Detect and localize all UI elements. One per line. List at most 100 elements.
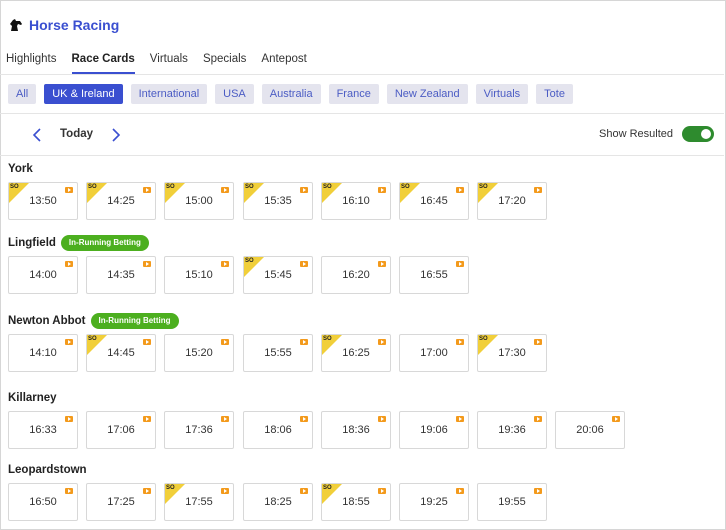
race-card[interactable]: 19:55 bbox=[477, 483, 547, 521]
race-time: 18:36 bbox=[342, 424, 370, 436]
race-card[interactable]: 19:06 bbox=[399, 411, 469, 449]
race-card[interactable]: 14:10 bbox=[8, 334, 78, 372]
race-time: 16:33 bbox=[29, 424, 57, 436]
race-card[interactable]: 17:06 bbox=[86, 411, 156, 449]
race-card[interactable]: 17:00 bbox=[399, 334, 469, 372]
race-card[interactable]: SO 16:25 bbox=[321, 334, 391, 372]
race-time: 19:06 bbox=[420, 424, 448, 436]
stream-play-icon bbox=[300, 187, 308, 193]
region-chip-tote[interactable]: Tote bbox=[536, 84, 573, 104]
tab-race-cards[interactable]: Race Cards bbox=[71, 44, 136, 74]
meeting-name-york[interactable]: York bbox=[8, 161, 33, 177]
stream-play-icon bbox=[65, 339, 73, 345]
race-card[interactable]: SO 16:10 bbox=[321, 182, 391, 220]
meeting-name-killarney[interactable]: Killarney bbox=[8, 390, 57, 406]
race-card[interactable]: 18:06 bbox=[243, 411, 313, 449]
race-card[interactable]: 18:25 bbox=[243, 483, 313, 521]
region-chip-international[interactable]: International bbox=[130, 84, 208, 104]
race-card[interactable]: 15:10 bbox=[164, 256, 234, 294]
stream-play-icon bbox=[221, 187, 229, 193]
region-chip-new-zealand[interactable]: New Zealand bbox=[386, 84, 468, 104]
race-card[interactable]: SO 15:00 bbox=[164, 182, 234, 220]
race-card[interactable]: 15:20 bbox=[164, 334, 234, 372]
stream-play-icon bbox=[612, 416, 620, 422]
race-card[interactable]: 16:20 bbox=[321, 256, 391, 294]
region-chip-virtuals[interactable]: Virtuals bbox=[475, 84, 529, 104]
race-time: 16:50 bbox=[29, 496, 57, 508]
race-card[interactable]: 18:36 bbox=[321, 411, 391, 449]
stream-play-icon bbox=[221, 488, 229, 494]
stream-play-icon bbox=[456, 488, 464, 494]
race-card[interactable]: SO 14:25 bbox=[86, 182, 156, 220]
show-resulted-label: Show Resulted bbox=[599, 128, 673, 140]
race-card[interactable]: SO 15:45 bbox=[243, 256, 313, 294]
race-time: 15:55 bbox=[264, 347, 292, 359]
race-card[interactable]: 17:25 bbox=[86, 483, 156, 521]
meeting-name-label: York bbox=[8, 163, 33, 175]
chevron-right-icon[interactable] bbox=[109, 127, 123, 143]
race-card[interactable]: 14:35 bbox=[86, 256, 156, 294]
race-card[interactable]: 17:36 bbox=[164, 411, 234, 449]
race-card[interactable]: SO 16:45 bbox=[399, 182, 469, 220]
date-label: Today bbox=[60, 128, 94, 140]
tab-virtuals[interactable]: Virtuals bbox=[150, 44, 188, 74]
race-time: 16:55 bbox=[420, 269, 448, 281]
race-time: 19:55 bbox=[498, 496, 526, 508]
race-time: 15:45 bbox=[264, 269, 292, 281]
race-card[interactable]: 19:36 bbox=[477, 411, 547, 449]
meeting-name-label: Killarney bbox=[8, 392, 57, 404]
date-navigation-bar: Today Show Resulted bbox=[0, 114, 724, 156]
chevron-left-icon[interactable] bbox=[31, 127, 45, 143]
race-card[interactable]: SO 17:30 bbox=[477, 334, 547, 372]
stream-play-icon bbox=[456, 339, 464, 345]
tab-highlights[interactable]: Highlights bbox=[6, 44, 57, 74]
stream-play-icon bbox=[143, 339, 151, 345]
race-card[interactable]: 16:33 bbox=[8, 411, 78, 449]
stream-play-icon bbox=[143, 488, 151, 494]
race-card[interactable]: 20:06 bbox=[555, 411, 625, 449]
race-card[interactable]: SO 14:45 bbox=[86, 334, 156, 372]
race-time: 15:10 bbox=[185, 269, 213, 281]
race-card[interactable]: SO 18:55 bbox=[321, 483, 391, 521]
meeting-name-lingfield[interactable]: Lingfield In-Running Betting bbox=[8, 235, 149, 251]
region-chip-france[interactable]: France bbox=[328, 84, 379, 104]
meeting-name-leopardstown[interactable]: Leopardstown bbox=[8, 462, 87, 478]
race-card[interactable]: SO 13:50 bbox=[8, 182, 78, 220]
race-card[interactable]: 16:50 bbox=[8, 483, 78, 521]
stream-play-icon bbox=[456, 416, 464, 422]
stream-play-icon bbox=[65, 187, 73, 193]
stream-play-icon bbox=[534, 187, 542, 193]
race-card[interactable]: 14:00 bbox=[8, 256, 78, 294]
so-label: SO bbox=[10, 184, 19, 190]
so-label: SO bbox=[88, 184, 97, 190]
race-card[interactable]: 16:55 bbox=[399, 256, 469, 294]
meeting-name-newton-abbot[interactable]: Newton Abbot In-Running Betting bbox=[8, 313, 179, 329]
race-time: 17:55 bbox=[185, 496, 213, 508]
race-time: 15:20 bbox=[185, 347, 213, 359]
stream-play-icon bbox=[143, 416, 151, 422]
tab-specials[interactable]: Specials bbox=[203, 44, 246, 74]
race-time: 18:25 bbox=[264, 496, 292, 508]
show-resulted-toggle[interactable] bbox=[682, 126, 714, 142]
race-time: 13:50 bbox=[29, 195, 57, 207]
so-label: SO bbox=[88, 336, 97, 342]
stream-play-icon bbox=[300, 488, 308, 494]
race-card[interactable]: SO 17:55 bbox=[164, 483, 234, 521]
race-card[interactable]: 15:55 bbox=[243, 334, 313, 372]
stream-play-icon bbox=[378, 339, 386, 345]
horse-head-icon bbox=[9, 18, 23, 32]
tab-antepost[interactable]: Antepost bbox=[261, 44, 306, 74]
stream-play-icon bbox=[378, 261, 386, 267]
race-time: 16:20 bbox=[342, 269, 370, 281]
region-chip-all[interactable]: All bbox=[8, 84, 37, 104]
region-chip-usa[interactable]: USA bbox=[215, 84, 254, 104]
race-card[interactable]: SO 17:20 bbox=[477, 182, 547, 220]
race-card[interactable]: SO 15:35 bbox=[243, 182, 313, 220]
stream-play-icon bbox=[378, 416, 386, 422]
stream-play-icon bbox=[534, 488, 542, 494]
race-time: 18:55 bbox=[342, 496, 370, 508]
race-card[interactable]: 19:25 bbox=[399, 483, 469, 521]
race-time: 17:36 bbox=[185, 424, 213, 436]
region-chip-uk-and-ireland[interactable]: UK & Ireland bbox=[44, 84, 123, 104]
region-chip-australia[interactable]: Australia bbox=[261, 84, 321, 104]
